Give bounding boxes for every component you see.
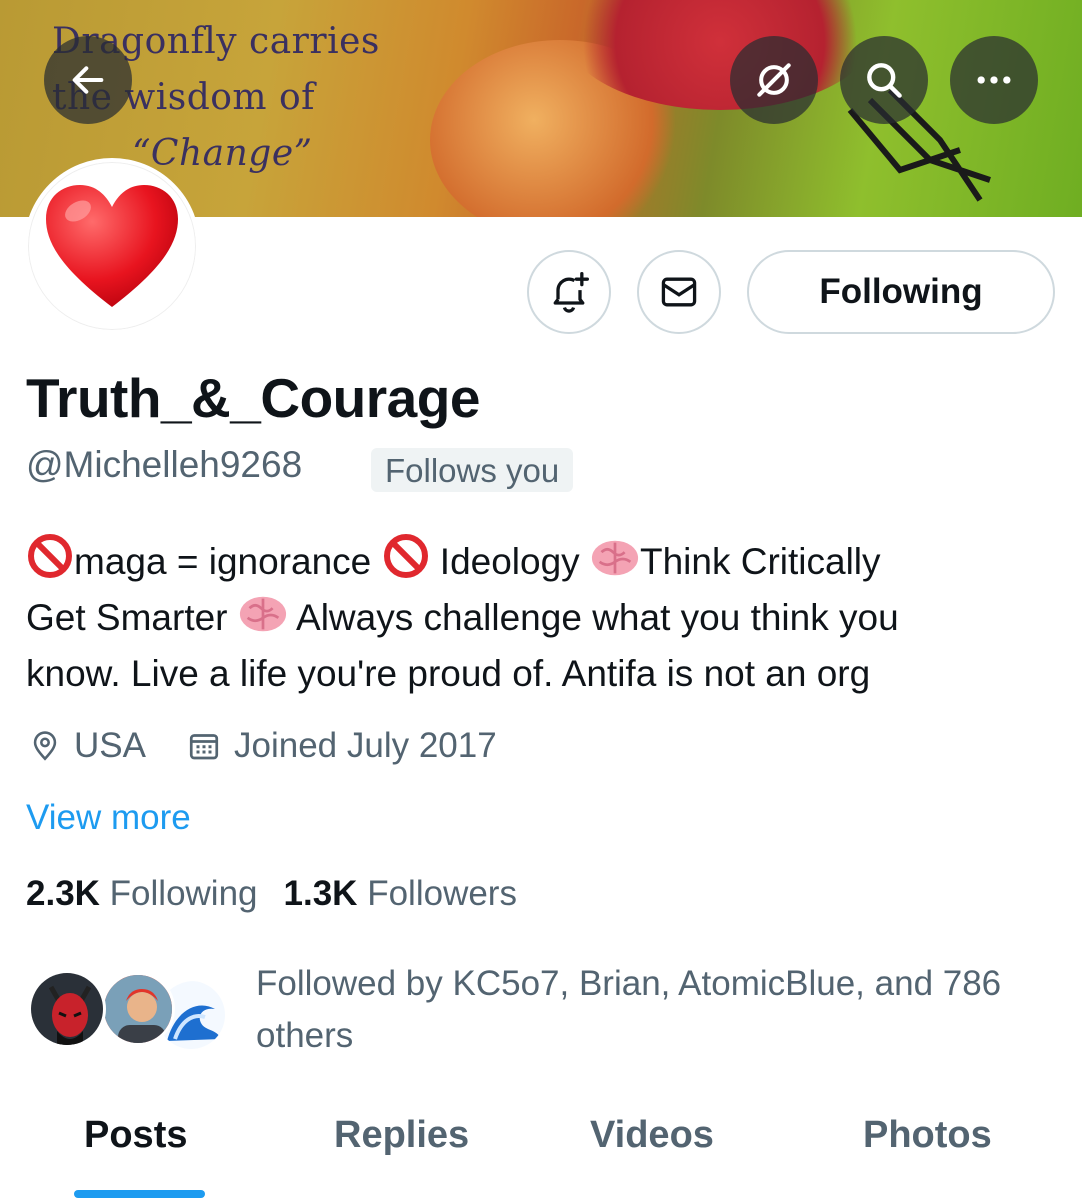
prohibited-icon [383, 534, 428, 578]
profile-location: USA [28, 726, 146, 766]
more-horizontal-icon [977, 76, 1011, 84]
search-button[interactable] [840, 36, 928, 124]
profile-joined-date: Joined July 2017 [186, 726, 497, 766]
location-text: USA [74, 726, 146, 765]
bio-text: know. Live a life you're proud of. Antif… [26, 653, 871, 694]
bio-text: Ideology [439, 541, 580, 582]
active-tab-indicator [74, 1190, 205, 1198]
envelope-icon [661, 277, 697, 307]
brain-icon [591, 540, 639, 576]
prohibited-icon [28, 534, 72, 578]
bio-text: Get Smarter [26, 597, 228, 638]
display-name: Truth_&_Courage [26, 367, 480, 429]
profile-bio: maga = ignorance Ideology Think Critical… [26, 532, 1056, 702]
follow-stats: 2.3K Following 1.3K Followers [26, 874, 517, 914]
followers-label: Followers [367, 874, 517, 913]
followers-stat[interactable]: 1.3K Followers [284, 874, 517, 913]
arrow-left-icon [72, 66, 104, 94]
bio-text: Always challenge what you think you [296, 597, 899, 638]
following-count: 2.3K [26, 874, 100, 913]
view-more-link[interactable]: View more [26, 798, 191, 838]
bell-plus-icon [553, 272, 589, 313]
message-button[interactable] [637, 250, 721, 334]
follows-you-badge: Follows you [371, 448, 574, 492]
slashed-circle-icon [757, 63, 791, 97]
follower-avatar-red-devil [28, 970, 106, 1048]
calendar-icon [189, 734, 219, 760]
notifications-button[interactable] [527, 250, 611, 334]
tab-replies[interactable]: Replies [334, 1114, 469, 1157]
handle: @Michelleh9268 [26, 444, 303, 485]
followed-by-text[interactable]: Followed by KC5o7, Brian, AtomicBlue, an… [256, 958, 1056, 1062]
banner-caption-line: “Change” [132, 133, 313, 174]
back-button[interactable] [44, 36, 132, 124]
more-button[interactable] [950, 36, 1038, 124]
grok-button[interactable] [730, 36, 818, 124]
red-heart-icon [46, 185, 178, 307]
search-icon [867, 63, 902, 98]
followers-count: 1.3K [283, 874, 358, 913]
following-button[interactable]: Following [747, 250, 1055, 334]
tab-posts[interactable]: Posts [84, 1114, 187, 1157]
joined-text: Joined July 2017 [234, 726, 497, 765]
tab-photos[interactable]: Photos [863, 1114, 992, 1157]
avatar[interactable] [24, 158, 200, 334]
profile-tabs: Posts Replies Videos Photos [0, 1100, 1082, 1199]
tab-videos[interactable]: Videos [590, 1114, 714, 1157]
location-pin-icon [33, 731, 57, 761]
following-stat[interactable]: 2.3K Following [26, 874, 258, 913]
following-label: Following [109, 874, 258, 913]
brain-icon [239, 596, 286, 632]
bio-text: Think Critically [639, 541, 881, 582]
bio-text: maga = ignorance [74, 541, 372, 582]
follower-avatar-man [101, 972, 175, 1046]
